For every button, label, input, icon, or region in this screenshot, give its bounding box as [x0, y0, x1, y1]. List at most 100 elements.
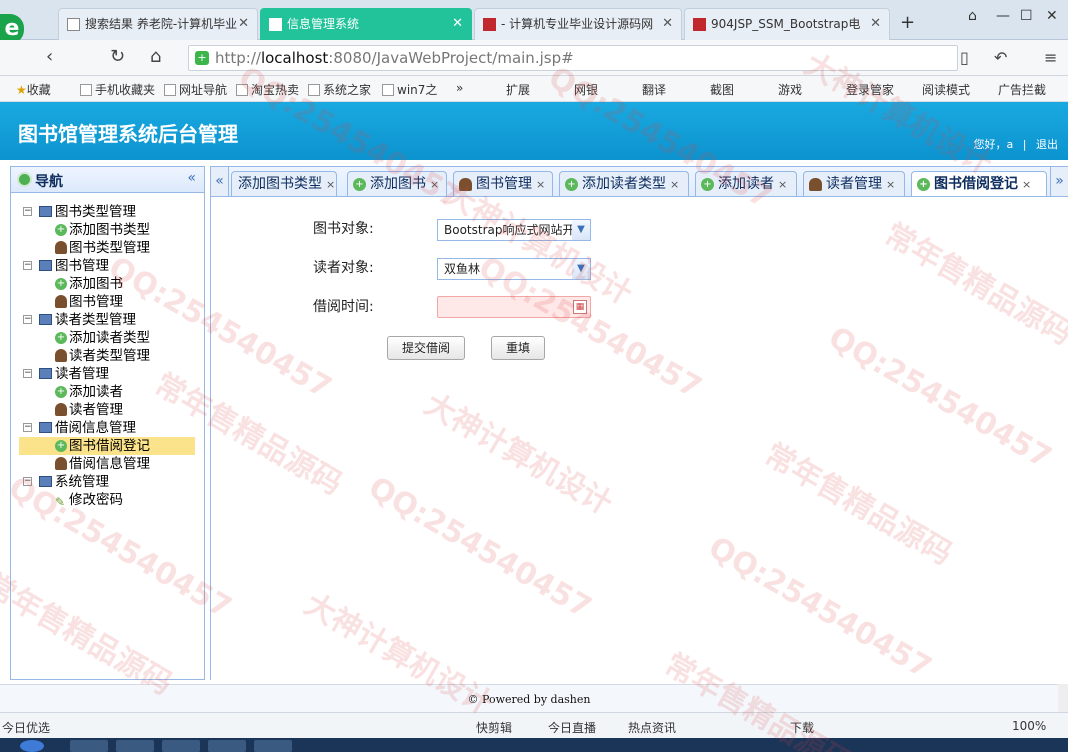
browser-tab-2[interactable]: 信息管理系统 ✕	[260, 8, 472, 40]
tool-screenshot[interactable]: 截图	[710, 81, 734, 98]
tab-reader-manage[interactable]: 读者管理 ×	[803, 171, 905, 196]
tree-item-book-manage[interactable]: 图书管理	[23, 293, 203, 311]
tab-book-manage[interactable]: 图书管理 ×	[453, 171, 553, 196]
book-select[interactable]: Bootstrap响应式网站开 ▼	[437, 219, 591, 241]
tool-bank[interactable]: 网银	[574, 81, 598, 98]
maximize-icon[interactable]: ☐	[1020, 8, 1033, 24]
minimize-icon[interactable]: —	[996, 8, 1010, 24]
close-icon[interactable]: ×	[536, 178, 545, 191]
close-icon[interactable]: ×	[670, 178, 679, 191]
tree-group-book[interactable]: − 图书管理	[23, 257, 203, 275]
tree-group-reader[interactable]: − 读者管理	[23, 365, 203, 383]
status-download[interactable]: 下载	[790, 719, 814, 736]
bookmark-favorites[interactable]: ★收藏	[16, 81, 51, 98]
tab-add-book[interactable]: + 添加图书 ×	[347, 171, 447, 196]
browser-tab-4[interactable]: 904JSP_SSM_Bootstrap电 ✕	[684, 8, 890, 40]
bookmark-nav[interactable]: 网址导航	[164, 81, 227, 98]
bookmark-taobao[interactable]: 淘宝热卖	[236, 81, 299, 98]
collapse-icon[interactable]: «	[187, 170, 196, 186]
close-icon[interactable]: ✕	[238, 9, 249, 39]
tab-add-book-type[interactable]: 添加图书类型 ×	[231, 171, 337, 196]
collapse-toggle-icon[interactable]: −	[23, 315, 32, 324]
close-icon[interactable]: ✕	[662, 9, 673, 39]
tree-item-book-type-manage[interactable]: 图书类型管理	[23, 239, 203, 257]
tool-adblock[interactable]: 广告拦截	[998, 81, 1046, 98]
tab-add-reader[interactable]: + 添加读者 ×	[695, 171, 797, 196]
taskbar-app-5[interactable]	[254, 740, 292, 752]
tree-item-borrow-register[interactable]: + 图书借阅登记	[19, 437, 195, 455]
undo-icon[interactable]: ↶	[994, 48, 1007, 67]
chevron-down-icon[interactable]: ▼	[572, 220, 590, 240]
tree-item-reader-manage[interactable]: 读者管理	[23, 401, 203, 419]
collapse-toggle-icon[interactable]: −	[23, 207, 32, 216]
tool-login[interactable]: 登录管家	[846, 81, 894, 98]
status-news[interactable]: 热点资讯	[628, 719, 676, 736]
tree-group-system[interactable]: − 系统管理	[23, 473, 203, 491]
page-icon	[269, 18, 282, 31]
close-window-icon[interactable]: ✕	[1046, 8, 1058, 24]
tree-item-add-reader[interactable]: + 添加读者	[23, 383, 203, 401]
tree-item-borrow-manage[interactable]: 借阅信息管理	[23, 455, 203, 473]
collapse-toggle-icon[interactable]: −	[23, 423, 32, 432]
url-input[interactable]: + http://localhost:8080/JavaWebProject/m…	[188, 45, 958, 71]
tab-add-reader-type[interactable]: + 添加读者类型 ×	[559, 171, 689, 196]
collapse-toggle-icon[interactable]: −	[23, 261, 32, 270]
tool-translate[interactable]: 翻译	[642, 81, 666, 98]
logout-link[interactable]: 退出	[1036, 138, 1058, 151]
taskbar-app-4[interactable]	[208, 740, 246, 752]
tool-extensions[interactable]: 扩展	[506, 81, 530, 98]
tool-reader[interactable]: 阅读模式	[922, 81, 970, 98]
tree-group-reader-type[interactable]: − 读者类型管理	[23, 311, 203, 329]
tool-games[interactable]: 游戏	[778, 81, 802, 98]
bookmark-mobile[interactable]: 手机收藏夹	[80, 81, 155, 98]
reload-icon[interactable]: ↻	[110, 46, 125, 67]
home-icon[interactable]: ⌂	[150, 46, 161, 67]
close-icon[interactable]: ✕	[870, 9, 881, 39]
chevron-down-icon[interactable]: ▼	[572, 259, 590, 279]
back-icon[interactable]: ‹	[46, 46, 53, 67]
borrow-date-input[interactable]: ▦	[437, 296, 591, 318]
taskbar-app-1[interactable]	[70, 740, 108, 752]
phone-icon[interactable]: ▯	[960, 48, 969, 67]
collapse-toggle-icon[interactable]: −	[23, 369, 32, 378]
close-icon[interactable]: ×	[326, 178, 335, 191]
browser-tab-3[interactable]: - 计算机专业毕业设计源码网 ✕	[474, 8, 682, 40]
reader-select[interactable]: 双鱼林 ▼	[437, 258, 591, 280]
menu-icon[interactable]: ≡	[1044, 48, 1057, 67]
tab-borrow-register[interactable]: + 图书借阅登记 ×	[911, 171, 1047, 196]
close-icon[interactable]: ×	[1022, 178, 1031, 191]
taskbar-app-3[interactable]	[162, 740, 200, 752]
status-today-picks[interactable]: 今日优选	[2, 719, 50, 736]
bookmark-system[interactable]: 系统之家	[308, 81, 371, 98]
tree-group-borrow[interactable]: − 借阅信息管理	[23, 419, 203, 437]
status-quick-edit[interactable]: 快剪辑	[476, 719, 512, 736]
tree-item-change-password[interactable]: ✎ 修改密码	[23, 491, 203, 509]
scroll-left-icon[interactable]: «	[211, 167, 229, 196]
close-icon[interactable]: ×	[778, 178, 787, 191]
close-icon[interactable]: ×	[430, 178, 439, 191]
start-button[interactable]	[20, 740, 44, 752]
close-icon[interactable]: ✕	[452, 9, 463, 39]
scroll-right-icon[interactable]: »	[1050, 167, 1068, 196]
tree-item-reader-type-manage[interactable]: 读者类型管理	[23, 347, 203, 365]
skin-icon[interactable]: ⌂	[968, 8, 977, 24]
tree-item-add-book-type[interactable]: + 添加图书类型	[23, 221, 203, 239]
scrollbar[interactable]	[1058, 684, 1068, 712]
computer-icon	[39, 368, 52, 379]
reset-button[interactable]: 重填	[491, 336, 545, 360]
tree-item-add-reader-type[interactable]: + 添加读者类型	[23, 329, 203, 347]
tree-item-add-book[interactable]: + 添加图书	[23, 275, 203, 293]
collapse-toggle-icon[interactable]: −	[23, 477, 32, 486]
calendar-icon[interactable]: ▦	[573, 300, 587, 314]
taskbar-app-2[interactable]	[116, 740, 154, 752]
zoom-level[interactable]: 100%	[1012, 719, 1046, 733]
bookmark-win7[interactable]: win7之	[382, 81, 437, 98]
site-favicon-icon	[483, 18, 496, 31]
status-live[interactable]: 今日直播	[548, 719, 596, 736]
browser-tab-1[interactable]: 搜索结果 养老院-计算机毕业 ✕	[58, 8, 258, 40]
bookmark-more[interactable]: »	[456, 81, 463, 95]
tree-group-book-type[interactable]: − 图书类型管理	[23, 203, 203, 221]
new-tab-button[interactable]: +	[900, 12, 915, 33]
close-icon[interactable]: ×	[886, 178, 895, 191]
submit-borrow-button[interactable]: 提交借阅	[387, 336, 465, 360]
